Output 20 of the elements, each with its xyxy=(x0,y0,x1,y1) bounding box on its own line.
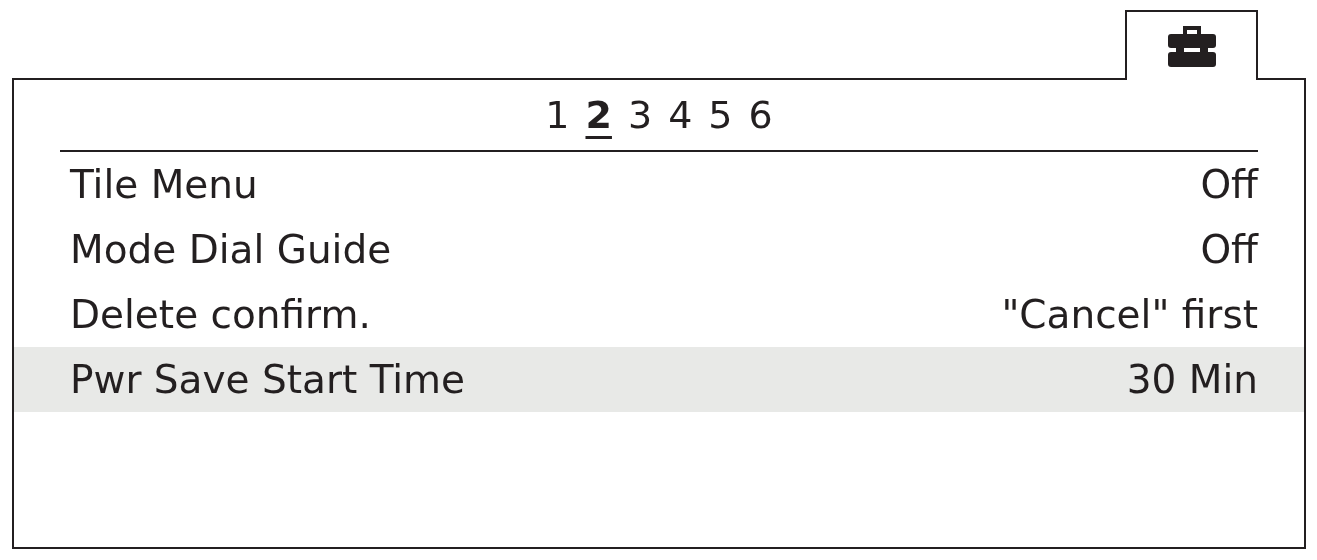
menu-row[interactable]: Pwr Save Start Time 30 Min xyxy=(14,347,1304,412)
page-number[interactable]: 6 xyxy=(746,90,775,146)
setting-value: Off xyxy=(1200,162,1258,207)
page-number[interactable]: 1 xyxy=(543,90,572,146)
setting-value: Off xyxy=(1200,227,1258,272)
page-number[interactable]: 5 xyxy=(706,90,735,146)
setting-label: Pwr Save Start Time xyxy=(70,357,466,402)
setting-label: Delete confirm. xyxy=(70,292,371,337)
menu-row[interactable]: Delete confirm. "Cancel" first xyxy=(14,282,1304,347)
setting-label: Mode Dial Guide xyxy=(70,227,392,272)
setting-label: Tile Menu xyxy=(70,162,258,207)
toolbox-icon xyxy=(1166,24,1217,68)
page-number[interactable]: 3 xyxy=(625,90,655,146)
page-number[interactable]: 2 xyxy=(583,90,614,146)
menu-tab[interactable] xyxy=(1125,10,1258,80)
setting-value: 30 Min xyxy=(1126,357,1258,402)
page-number[interactable]: 4 xyxy=(666,90,695,146)
menu-row[interactable]: Tile Menu Off xyxy=(14,152,1304,217)
menu-row[interactable]: Mode Dial Guide Off xyxy=(14,217,1304,282)
setting-value: "Cancel" first xyxy=(1001,292,1258,337)
